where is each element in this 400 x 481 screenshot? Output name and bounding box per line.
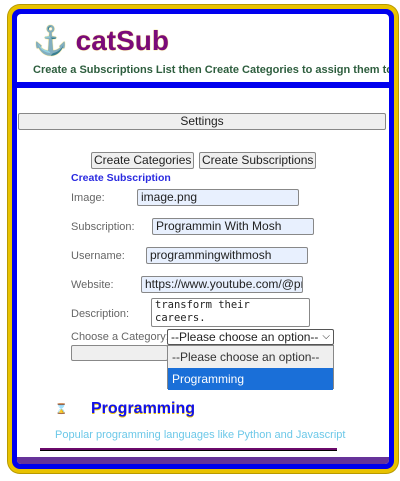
username-label: Username:	[71, 250, 125, 262]
website-label: Website:	[71, 279, 114, 291]
form-title: Create Subscription	[71, 172, 171, 184]
category-select[interactable]: --Please choose an option-- ⌵	[167, 329, 334, 345]
header: ⚓ catSub Create a Subscriptions List the…	[17, 14, 389, 88]
description-textarea[interactable]: transform their careers.	[151, 298, 310, 327]
category-select-value: --Please choose an option--	[171, 330, 319, 344]
app-container: ⚓ catSub Create a Subscriptions List the…	[13, 10, 393, 468]
tagline: Create a Subscriptions List then Create …	[33, 64, 393, 76]
dropdown-option[interactable]: --Please choose an option--	[168, 346, 333, 368]
submit-button[interactable]	[71, 345, 168, 361]
subscription-label: Subscription:	[71, 221, 135, 233]
chevron-down-icon: ⌵	[322, 331, 330, 342]
dropdown-option-selected[interactable]: Programming	[168, 368, 333, 390]
username-input[interactable]: programmingwithmosh	[146, 247, 308, 264]
create-categories-button[interactable]: Create Categories	[91, 152, 195, 169]
image-label: Image:	[71, 192, 105, 204]
category-description: Popular programming languages like Pytho…	[55, 429, 346, 441]
subscription-input[interactable]: Programmin With Mosh	[152, 218, 314, 235]
category-label: Choose a Category:	[71, 331, 169, 343]
image-input[interactable]: image.png	[137, 189, 299, 206]
create-subscriptions-button[interactable]: Create Subscriptions	[199, 152, 317, 169]
settings-button[interactable]: Settings	[18, 113, 386, 130]
app-logo: ⚓ catSub	[33, 25, 169, 56]
divider	[40, 448, 337, 451]
description-label: Description:	[71, 308, 130, 320]
website-input[interactable]: https://www.youtube.com/@pr	[141, 276, 303, 293]
category-dropdown[interactable]: --Please choose an option-- Programming	[167, 345, 334, 390]
footer-bar	[17, 457, 389, 464]
hourglass-icon: ⌛	[55, 404, 68, 415]
category-title[interactable]: Programming	[91, 400, 195, 418]
